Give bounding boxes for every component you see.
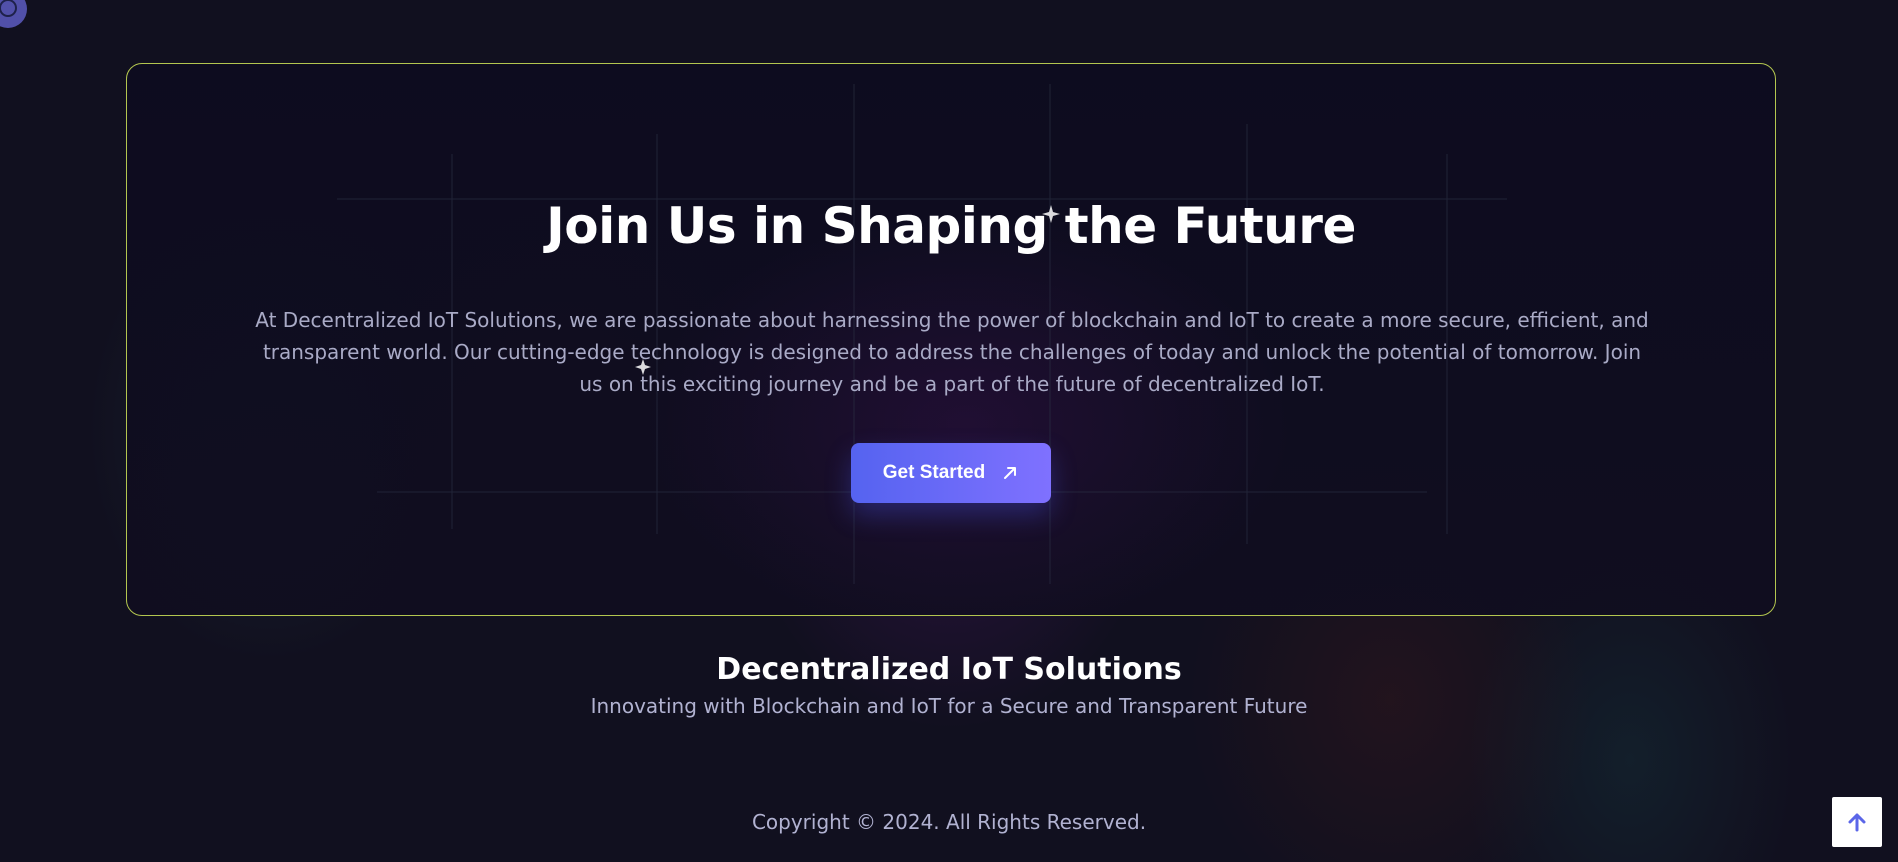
get-started-label: Get Started [882,462,986,483]
copyright-text: Copyright © 2024. All Rights Reserved. [751,810,1147,834]
corner-circle-decoration [0,0,27,28]
footer-brand-subtitle: Innovating with Blockchain and IoT for a… [590,694,1308,718]
arrow-up-icon [1848,813,1866,832]
cta-card: Join Us in Shaping the Future At Decentr… [126,63,1776,616]
cta-description: At Decentralized IoT Solutions, we are p… [255,308,1649,396]
scroll-to-top-button[interactable] [1832,797,1882,847]
cta-title: Join Us in Shaping the Future [546,197,1356,255]
arrow-up-right-icon [1004,467,1017,479]
footer-brand-title: Decentralized IoT Solutions [716,652,1182,687]
get-started-button[interactable]: Get Started [851,443,1051,503]
